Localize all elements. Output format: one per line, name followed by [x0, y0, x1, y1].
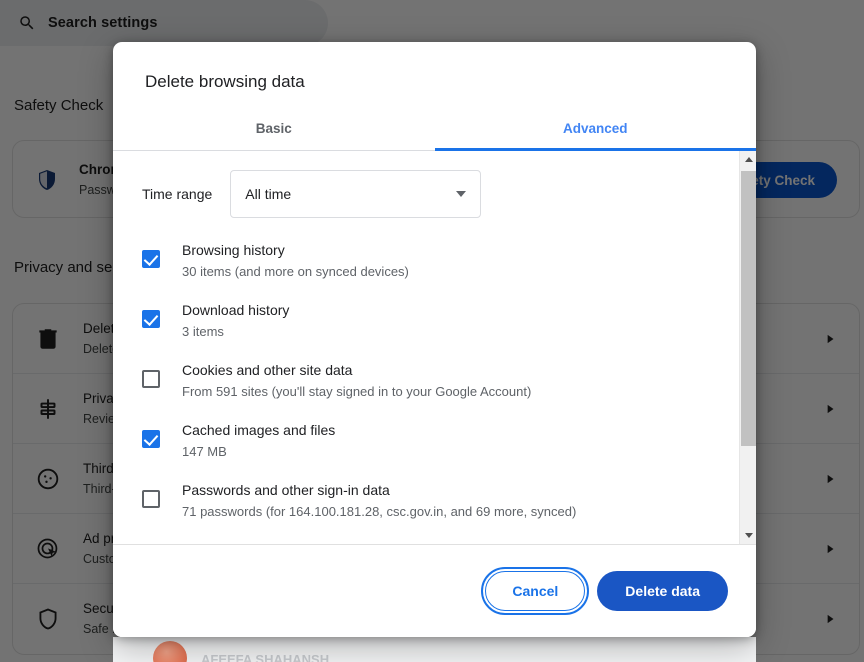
- account-footer-strip: AFEEFA SHAHANSH: [113, 637, 756, 662]
- delete-data-button[interactable]: Delete data: [597, 571, 728, 611]
- option-sublabel: 3 items: [182, 324, 224, 339]
- option-download-history[interactable]: Download history 3 items: [113, 296, 739, 356]
- chevron-down-icon: [456, 191, 467, 197]
- option-text: Cookies and other site data From 591 sit…: [182, 356, 739, 403]
- checkbox-cached-images-and-files[interactable]: [142, 430, 160, 448]
- time-range-field: Time range All time: [113, 151, 739, 218]
- dialog-title: Delete browsing data: [145, 72, 305, 91]
- time-range-label: Time range: [142, 186, 213, 202]
- screen: Search settings Safety Check Chrome is k…: [0, 0, 864, 662]
- option-sublabel: 30 items (and more on synced devices): [182, 264, 409, 279]
- option-label: Passwords and other sign-in data: [182, 482, 390, 498]
- dialog-body: Time range All time Browsing history 30 …: [113, 151, 756, 544]
- data-type-option-list: Browsing history 30 items (and more on s…: [113, 218, 739, 544]
- time-range-value: All time: [245, 186, 292, 202]
- dialog-scrollbar[interactable]: [739, 151, 756, 544]
- option-text: Browsing history 30 items (and more on s…: [182, 236, 739, 283]
- scroll-up-arrow-icon[interactable]: [740, 151, 756, 168]
- checkbox-download-history[interactable]: [142, 310, 160, 328]
- checkbox-passwords-and-other-sign-in-data[interactable]: [142, 490, 160, 508]
- option-sublabel: 147 MB: [182, 444, 227, 459]
- checkbox-browsing-history[interactable]: [142, 250, 160, 268]
- option-sublabel: 71 passwords (for 164.100.181.28, csc.go…: [182, 504, 577, 519]
- option-passwords-and-other-sign-in-data[interactable]: Passwords and other sign-in data 71 pass…: [113, 476, 739, 536]
- scroll-down-arrow-icon[interactable]: [740, 527, 756, 544]
- option-text: Autofill form data: [182, 536, 739, 544]
- option-sublabel: From 591 sites (you'll stay signed in to…: [182, 384, 532, 399]
- dialog-tabs: Basic Advanced: [113, 110, 756, 151]
- tab-advanced[interactable]: Advanced: [435, 110, 757, 150]
- time-range-select[interactable]: All time: [230, 170, 482, 218]
- avatar: [153, 640, 187, 662]
- option-text: Download history 3 items: [182, 296, 739, 343]
- cancel-button[interactable]: Cancel: [481, 567, 590, 615]
- option-label: Browsing history: [182, 242, 285, 258]
- option-cookies-and-other-site-data[interactable]: Cookies and other site data From 591 sit…: [113, 356, 739, 416]
- option-text: Cached images and files 147 MB: [182, 416, 739, 463]
- dialog-action-bar: Cancel Delete data: [113, 544, 756, 637]
- option-autofill-form-data[interactable]: Autofill form data: [113, 536, 739, 544]
- option-label: Cached images and files: [182, 422, 336, 438]
- account-name: AFEEFA SHAHANSH: [201, 652, 330, 662]
- option-browsing-history[interactable]: Browsing history 30 items (and more on s…: [113, 236, 739, 296]
- option-label: Cookies and other site data: [182, 362, 353, 378]
- scrollbar-thumb[interactable]: [741, 171, 756, 446]
- tab-basic[interactable]: Basic: [113, 110, 435, 150]
- checkbox-cookies-and-other-site-data[interactable]: [142, 370, 160, 388]
- option-label: Download history: [182, 302, 290, 318]
- delete-browsing-data-dialog: Delete browsing data Basic Advanced Time…: [113, 42, 756, 637]
- option-text: Passwords and other sign-in data 71 pass…: [182, 476, 739, 523]
- option-label: Autofill form data: [182, 539, 739, 544]
- dialog-scroll-content: Time range All time Browsing history 30 …: [113, 151, 739, 544]
- option-cached-images-and-files[interactable]: Cached images and files 147 MB: [113, 416, 739, 476]
